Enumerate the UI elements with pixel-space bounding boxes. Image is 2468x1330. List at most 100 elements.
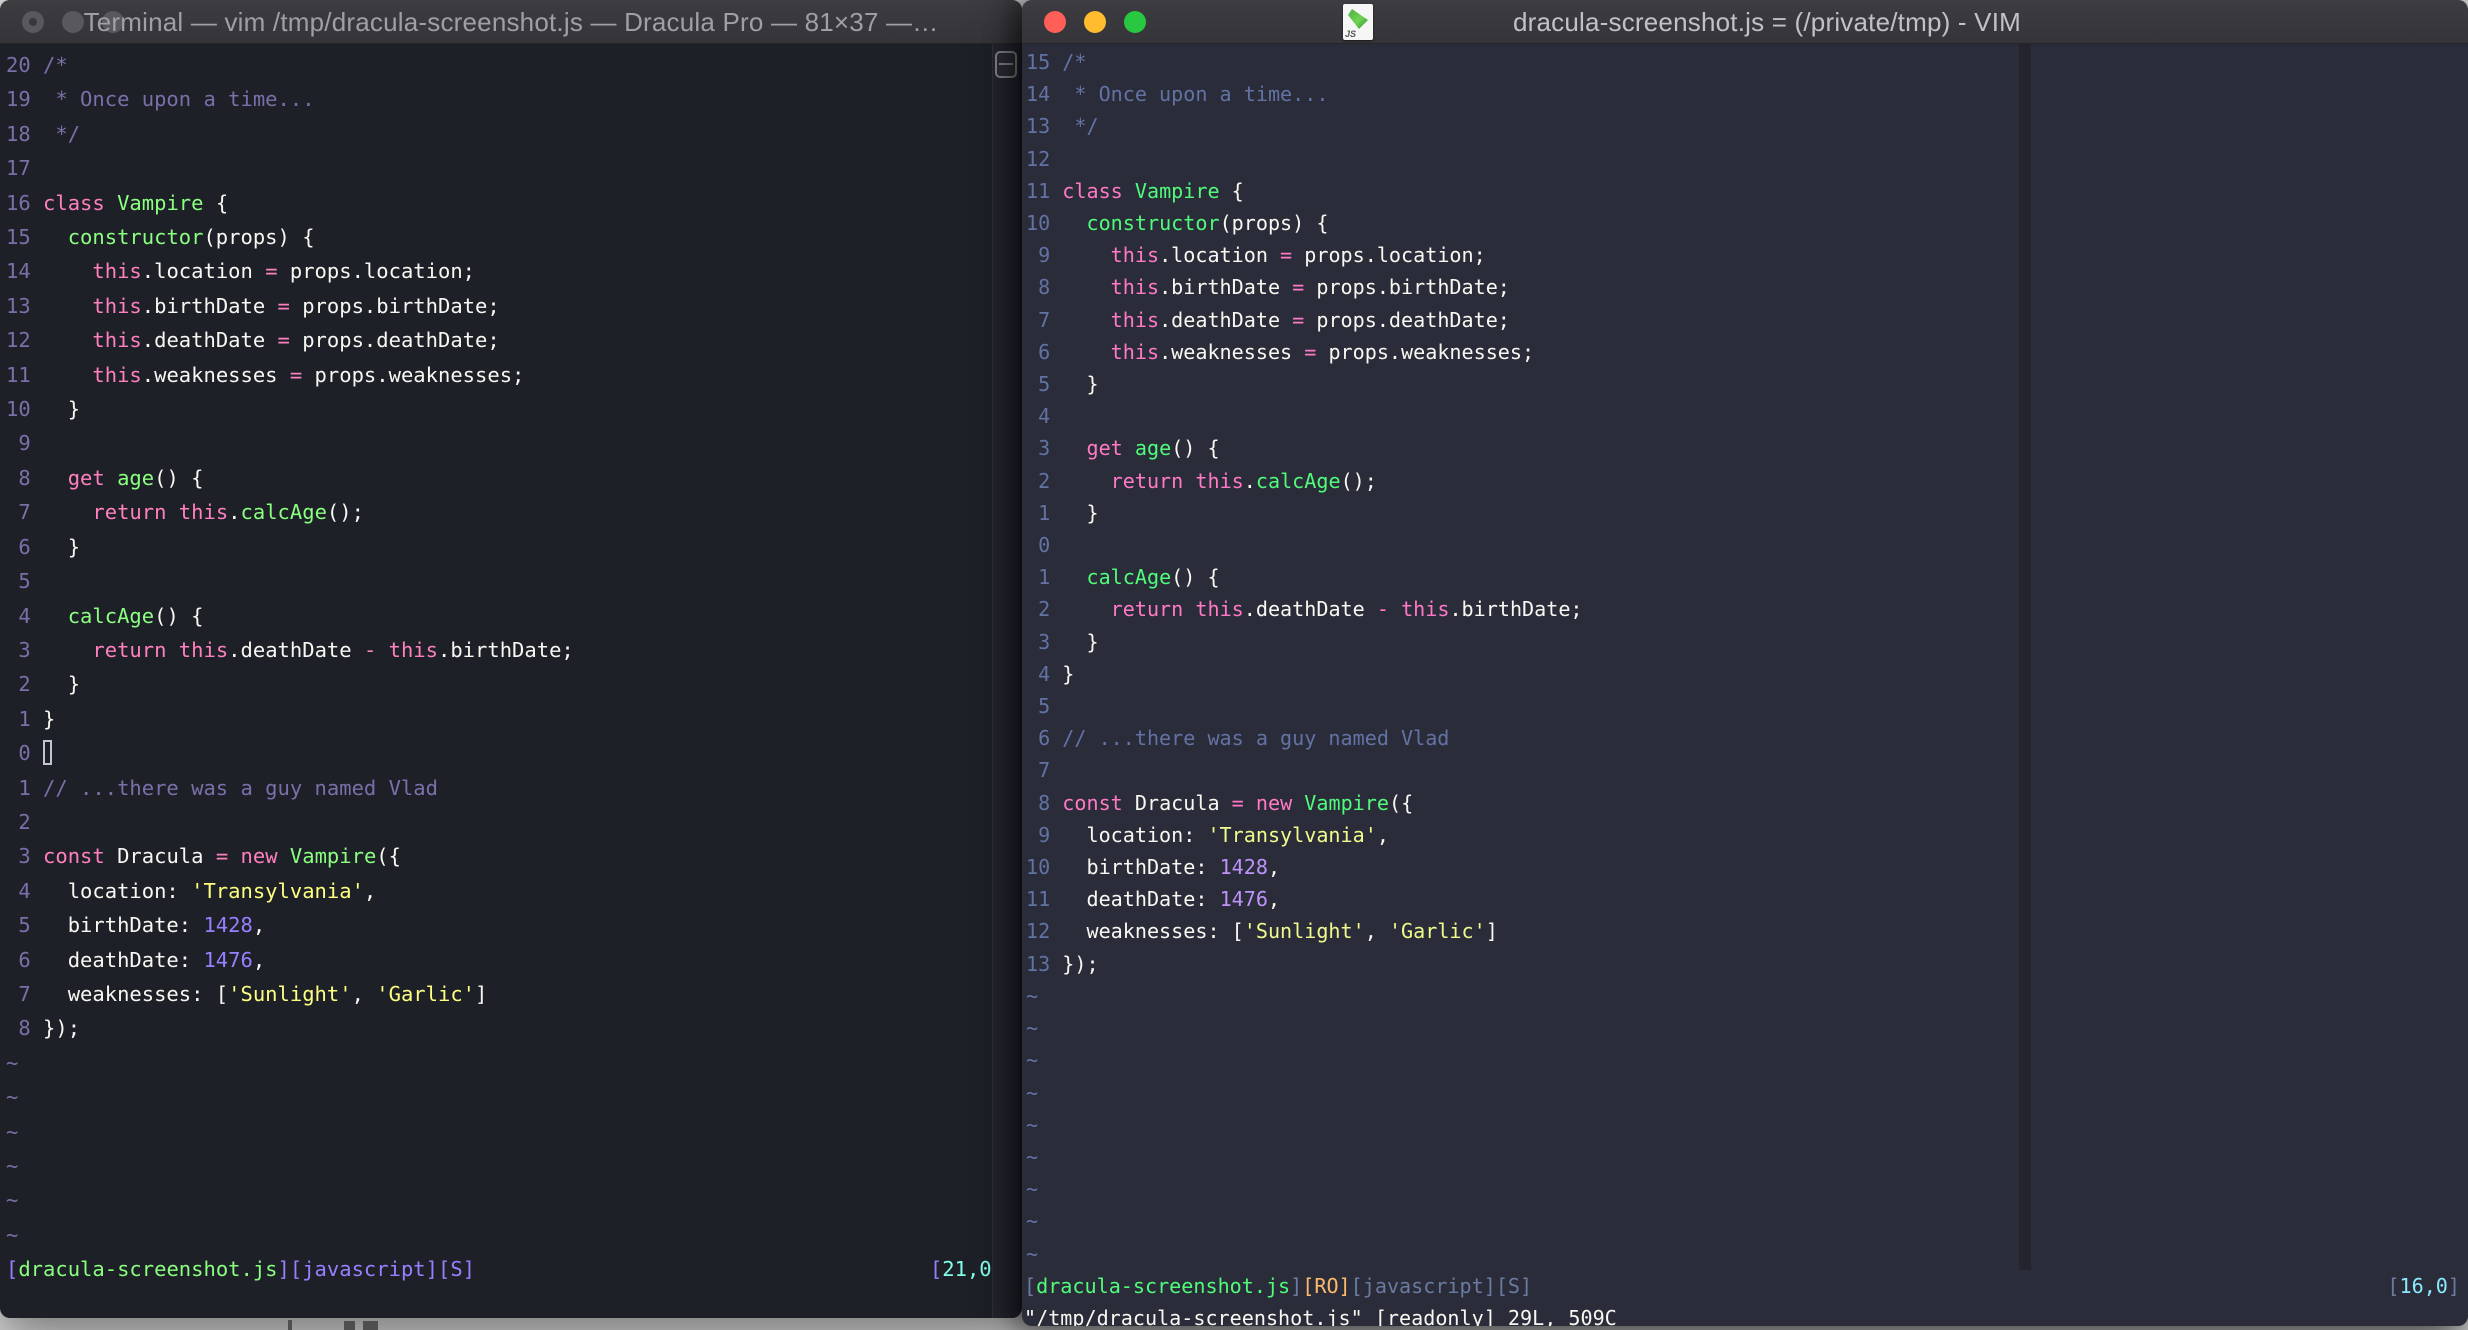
line-number: 15: [6, 225, 31, 250]
tilde-marker: ~: [1026, 1080, 1039, 1105]
tilde-marker: ~: [1026, 1112, 1039, 1137]
empty-buffer-line: ~: [1026, 1205, 2468, 1237]
empty-buffer-line: ~: [1026, 1044, 2468, 1076]
empty-buffer-line: ~: [1026, 1077, 2468, 1109]
terminal-titlebar[interactable]: Terminal — vim /tmp/dracula-screenshot.j…: [0, 0, 1022, 44]
code-token: Vampire: [1134, 178, 1220, 203]
code-line: 2: [6, 805, 1022, 839]
code-token: ,: [363, 878, 377, 903]
terminal-scrollbar[interactable]: [992, 44, 1019, 1318]
code-token: props.weaknesses;: [1316, 339, 1535, 364]
code-token: weaknesses: [: [43, 981, 229, 1006]
code-line: 20 /*: [6, 48, 1022, 82]
code-token: // ...there was a guy named Vlad: [43, 775, 438, 800]
code-line: 12 weaknesses: ['Sunlight', 'Garlic']: [1026, 915, 2468, 947]
code-line: 1 // ...there was a guy named Vlad: [6, 771, 1022, 805]
code-line: 15 /*: [1026, 46, 2468, 78]
code-token: 1428: [1219, 855, 1268, 880]
line-number: 12: [6, 328, 31, 353]
code-token: this: [1110, 339, 1160, 364]
code-line: 14 this.location = props.location;: [6, 254, 1022, 288]
code-line: 6 // ...there was a guy named Vlad: [1026, 722, 2468, 754]
statusline-filetype: [javascript]: [289, 1257, 438, 1282]
code-token: return: [1110, 597, 1184, 622]
vim-buffer-left[interactable]: 20/* 19 * Once upon a time... 18 */17 16 cla…: [0, 44, 1022, 1252]
empty-buffer-line: ~: [6, 1080, 1022, 1114]
code-token: props.deathDate;: [289, 328, 500, 353]
code-line: 12: [1026, 143, 2468, 175]
code-line: 6 this.weaknesses = props.weaknesses;: [1026, 336, 2468, 368]
code-token: });: [43, 1016, 81, 1041]
code-line: 5 }: [1026, 368, 2468, 400]
code-line: 0: [6, 736, 1022, 770]
code-line: 10 }: [6, 392, 1022, 426]
line-number: 5: [18, 569, 31, 594]
line-number: 9: [1038, 822, 1051, 847]
line-number: 2: [18, 809, 31, 834]
code-token: calcAge: [1086, 565, 1172, 590]
line-number: 5: [1038, 372, 1051, 397]
code-line: 3 return this.deathDate - this.birthDate…: [6, 633, 1022, 667]
code-token: /*: [43, 53, 68, 77]
code-token: * Once upon a time...: [43, 87, 315, 112]
line-number: 14: [1026, 82, 1051, 107]
code-token: ,: [1376, 822, 1389, 847]
statusline-flag: [S]: [1495, 1273, 1533, 1298]
code-line: 9 location: 'Transylvania',: [1026, 819, 2468, 851]
code-token: });: [1062, 951, 1099, 976]
vim-buffer-right[interactable]: 15/* 14 * Once upon a time... 13 */12 11 cla…: [1022, 44, 2468, 1270]
code-token: .deathDate: [1243, 597, 1377, 622]
code-token: ,: [252, 913, 266, 938]
code-token: =: [1292, 275, 1305, 300]
code-token: ,: [1267, 855, 1281, 880]
macvim-titlebar[interactable]: JS dracula-screenshot.js = (/private/tmp…: [1022, 0, 2468, 44]
tilde-marker: ~: [6, 1222, 19, 1247]
line-number: 0: [18, 741, 31, 766]
line-number: 0: [1038, 533, 1051, 558]
code-line: 2 return this.deathDate - this.birthDate…: [1026, 593, 2468, 625]
line-number: 12: [1026, 919, 1051, 944]
statusline-left-segments: [dracula-screenshot.js][javascript][S]: [6, 1257, 476, 1282]
code-line: 6 deathDate: 1476,: [6, 943, 1022, 977]
code-token: .birthDate: [1159, 275, 1293, 300]
code-token: this: [1110, 307, 1160, 332]
code-token: () {: [1171, 565, 1220, 590]
empty-buffer-line: ~: [6, 1149, 1022, 1183]
split-pane-button[interactable]: [995, 51, 1017, 78]
code-token: ,: [1364, 919, 1389, 944]
line-number: 6: [1038, 339, 1051, 364]
code-token: calcAge: [240, 500, 327, 525]
tilde-marker: ~: [1026, 1144, 1039, 1169]
code-line: 8});: [6, 1011, 1022, 1045]
code-token: 'Transylvania': [1207, 822, 1377, 847]
code-token: deathDate:: [43, 947, 204, 972]
code-token: }: [43, 534, 81, 559]
code-token: this: [1110, 243, 1160, 268]
code-token: calcAge: [67, 603, 155, 628]
line-number: 10: [1026, 211, 1051, 236]
code-token: props.location;: [277, 259, 476, 284]
code-token: this: [1401, 597, 1450, 622]
code-token: ,: [252, 947, 266, 972]
code-line: 5 birthDate: 1428,: [6, 908, 1022, 942]
code-token: weaknesses: [: [1062, 919, 1244, 944]
split-pane-icon: [999, 63, 1013, 65]
code-token: .: [1243, 468, 1256, 493]
code-token: this: [388, 637, 438, 662]
code-line: 10 birthDate: 1428,: [1026, 851, 2468, 883]
code-line: 14 * Once upon a time...: [1026, 78, 2468, 110]
statusline-right-segments: [dracula-screenshot.js][RO][javascript][…: [1024, 1273, 1533, 1298]
code-token: =: [1304, 339, 1317, 364]
code-token: this: [1195, 468, 1244, 493]
